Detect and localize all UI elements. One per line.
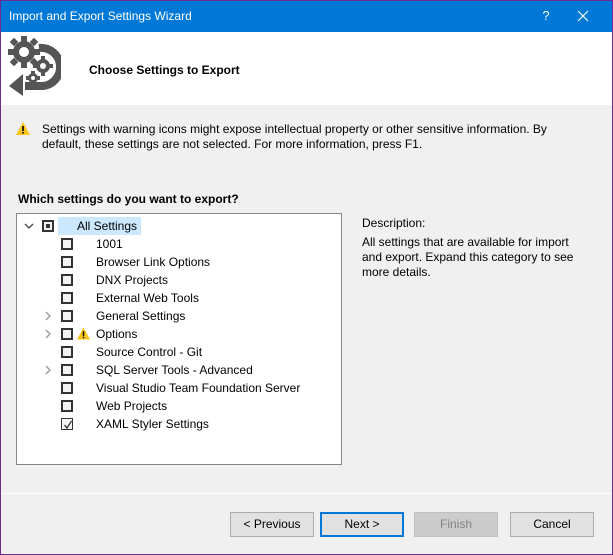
page-title: Choose Settings to Export: [89, 63, 240, 77]
settings-tree[interactable]: All Settings 1001 Browser Link Options DNX…: [16, 213, 342, 465]
tree-item-label[interactable]: Options: [96, 327, 137, 341]
chevron-right-icon[interactable]: [43, 365, 53, 375]
item-checkbox[interactable]: [61, 346, 73, 358]
tree-item-label[interactable]: 1001: [96, 237, 123, 251]
tree-item[interactable]: Source Control - Git: [17, 343, 341, 361]
tree-item[interactable]: 1001: [17, 235, 341, 253]
tree-item-label[interactable]: Browser Link Options: [96, 255, 210, 269]
tree-item[interactable]: XAML Styler Settings: [17, 415, 341, 433]
chevron-down-icon[interactable]: [24, 221, 34, 231]
tree-item[interactable]: External Web Tools: [17, 289, 341, 307]
tree-item-label[interactable]: External Web Tools: [96, 291, 199, 305]
close-button[interactable]: [575, 8, 591, 24]
next-button[interactable]: Next >: [320, 512, 404, 537]
gears-export-icon: [8, 36, 61, 96]
description-text: All settings that are available for impo…: [362, 235, 574, 279]
description-title: Description:: [362, 216, 426, 230]
tree-item[interactable]: DNX Projects: [17, 271, 341, 289]
tree-root-all-settings[interactable]: All Settings: [17, 217, 341, 235]
tree-item-label[interactable]: DNX Projects: [96, 273, 168, 287]
tree-item[interactable]: Options: [17, 325, 341, 343]
checkbox-all-settings[interactable]: [42, 220, 54, 232]
checkmark-icon: [64, 420, 73, 430]
item-checkbox[interactable]: [61, 310, 73, 322]
tree-item-label[interactable]: SQL Server Tools - Advanced: [96, 363, 253, 377]
title-bar[interactable]: Import and Export Settings Wizard ?: [1, 1, 612, 32]
item-checkbox[interactable]: [61, 256, 73, 268]
item-checkbox[interactable]: [61, 400, 73, 412]
close-icon: [577, 10, 589, 22]
item-checkbox[interactable]: [61, 328, 73, 340]
footer-divider: [1, 493, 612, 494]
tree-item-label[interactable]: Source Control - Git: [96, 345, 202, 359]
item-checkbox[interactable]: [61, 238, 73, 250]
help-button[interactable]: ?: [540, 8, 552, 23]
description-panel: Description: All settings that are avail…: [362, 216, 592, 280]
tree-item-label[interactable]: General Settings: [96, 309, 185, 323]
tree-root-label[interactable]: All Settings: [58, 217, 142, 235]
tree-item-label[interactable]: Web Projects: [96, 399, 167, 413]
item-checkbox[interactable]: [61, 382, 73, 394]
warning-text: Settings with warning icons might expose…: [42, 122, 547, 151]
tree-item[interactable]: Visual Studio Team Foundation Server: [17, 379, 341, 397]
tree-item-label[interactable]: XAML Styler Settings: [96, 417, 209, 431]
tree-item[interactable]: General Settings: [17, 307, 341, 325]
tree-item[interactable]: Browser Link Options: [17, 253, 341, 271]
chevron-right-icon[interactable]: [43, 311, 53, 321]
cancel-button[interactable]: Cancel: [510, 512, 594, 537]
wizard-header: Choose Settings to Export: [1, 32, 612, 105]
tree-item[interactable]: Web Projects: [17, 397, 341, 415]
previous-button[interactable]: < Previous: [230, 512, 314, 537]
item-checkbox[interactable]: [61, 292, 73, 304]
wizard-window: Import and Export Settings Wizard ? Choo…: [0, 0, 613, 555]
warning-icon: [16, 122, 30, 135]
tree-item-label[interactable]: Visual Studio Team Foundation Server: [96, 381, 300, 395]
item-checkbox[interactable]: [61, 418, 73, 430]
chevron-right-icon[interactable]: [43, 329, 53, 339]
item-checkbox[interactable]: [61, 364, 73, 376]
window-title: Import and Export Settings Wizard: [9, 9, 192, 23]
tree-item[interactable]: SQL Server Tools - Advanced: [17, 361, 341, 379]
warning-icon: [77, 327, 90, 340]
settings-question: Which settings do you want to export?: [18, 192, 239, 206]
finish-button[interactable]: Finish: [414, 512, 498, 537]
item-checkbox[interactable]: [61, 274, 73, 286]
